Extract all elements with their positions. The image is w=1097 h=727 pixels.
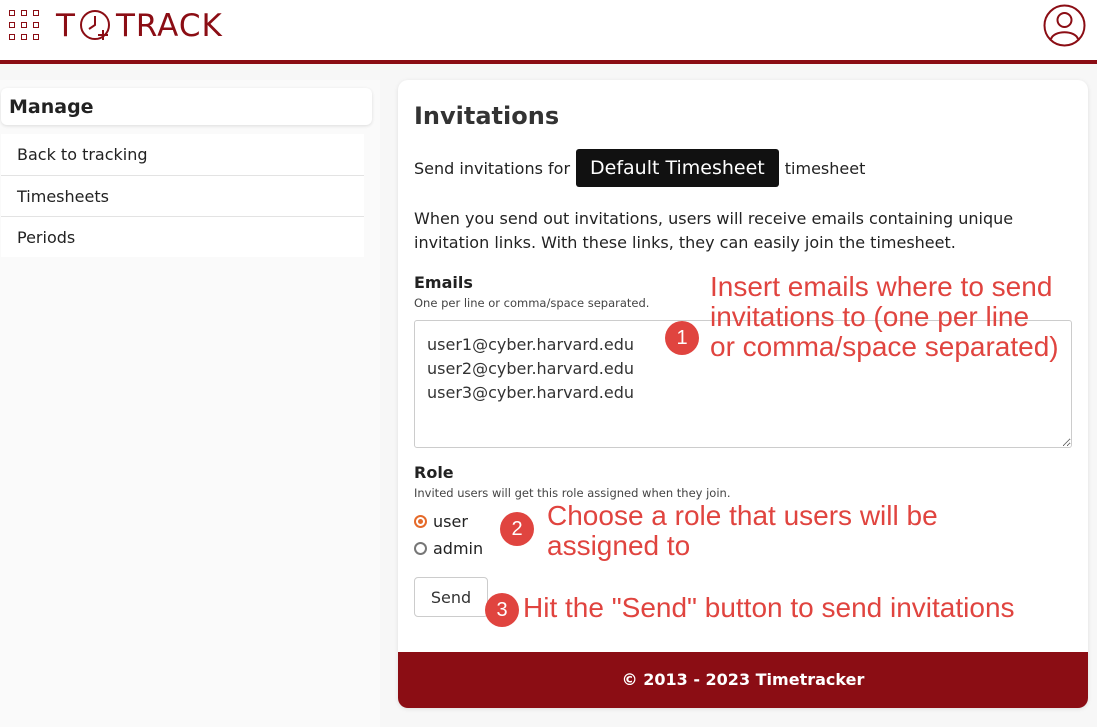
user-avatar-icon[interactable] [1043,4,1086,47]
role-option-user[interactable]: user [414,512,468,531]
send-for-prefix: Send invitations for [414,158,571,178]
annotation-text-2: Choose a role that users will be assigne… [547,500,938,561]
send-button[interactable]: Send [414,577,488,617]
apps-grid-icon[interactable] [9,10,41,42]
emails-hint: One per line or comma/space separated. [414,296,650,310]
page-title: Invitations [414,102,560,130]
sidebar-item-periods[interactable]: Periods [1,216,364,257]
annotation-text-1: Insert emails where to send invitations … [710,271,1059,362]
sidebar-item-back-to-tracking[interactable]: Back to tracking [1,134,364,175]
invitations-description: When you send out invitations, users wil… [414,209,1014,252]
role-admin-label: admin [433,539,484,558]
sidebar-title: Manage [1,88,372,125]
role-user-label: user [433,512,468,531]
top-bar: T TRACK [0,0,1097,64]
annotation-badge-3: 3 [485,593,519,627]
sidebar-item-timesheets[interactable]: Timesheets [1,175,364,216]
logo-suffix: TRACK [115,8,223,44]
annotation-text-3: Hit the "Send" button to send invitation… [523,592,1015,623]
annotation-badge-2: 2 [500,512,534,546]
role-hint: Invited users will get this role assigne… [414,486,731,500]
role-user-radio[interactable] [414,515,427,528]
role-admin-radio[interactable] [414,542,427,555]
emails-label: Emails [414,273,473,292]
role-label: Role [414,463,454,482]
annotation-badge-1: 1 [665,321,699,355]
app-logo[interactable]: T TRACK [56,6,223,46]
timesheet-selector-button[interactable]: Default Timesheet [576,149,779,187]
logo-prefix: T [56,8,76,44]
sidebar-menu: Back to tracking Timesheets Periods [1,134,364,257]
role-option-admin[interactable]: admin [414,539,483,558]
clock-plus-icon [79,10,110,40]
sidebar: Manage Back to tracking Timesheets Perio… [0,80,380,727]
send-for-line: Send invitations for Default Timesheet t… [414,148,865,188]
send-for-suffix: timesheet [784,158,866,178]
footer: © 2013 - 2023 Timetracker [398,652,1088,708]
